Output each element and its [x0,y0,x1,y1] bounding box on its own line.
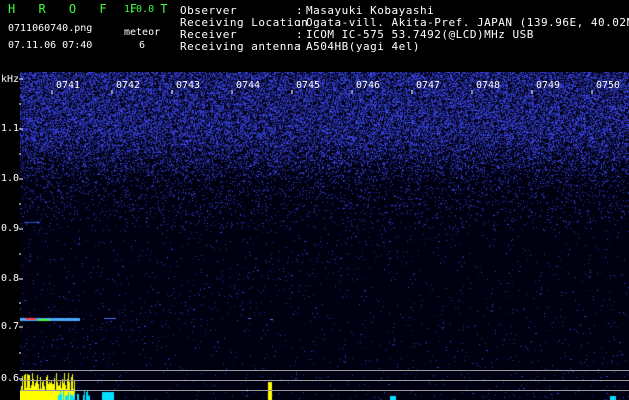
spectrogram [20,72,629,400]
y-axis-unit: kHz [1,74,20,85]
y-tick-label: 0.6 [1,373,20,384]
x-tick-label: 0750 [596,80,621,91]
info-label-antenna: Receiving antenna [180,40,302,53]
hroft-display: H R O F F T 1.0.0 0711060740.png meteor … [0,0,629,400]
x-tick-label: 0741 [56,80,81,91]
info-sep: : [296,40,304,53]
y-tick-label: 1.1 [1,123,20,134]
x-tick-label: 0742 [116,80,141,91]
x-tick-label: 0746 [356,80,381,91]
y-tick-label: 0.7 [1,321,20,332]
meteor-count: 6 [139,40,146,51]
x-tick-label: 0744 [236,80,261,91]
meteor-label: meteor [124,27,161,38]
x-tick-label: 0743 [176,80,201,91]
info-value-antenna: A504HB(yagi 4el) [306,40,420,53]
x-tick-label: 0747 [416,80,441,91]
datetime: 07.11.06 07:40 [8,40,93,51]
y-tick-label: 0.8 [1,273,20,284]
x-tick-label: 0748 [476,80,501,91]
filename: 0711060740.png [8,23,93,34]
app-version: 1.0.0 [124,4,155,15]
x-tick-label: 0745 [296,80,321,91]
y-tick-label: 0.9 [1,223,20,234]
x-tick-label: 0749 [536,80,561,91]
y-tick-label: 1.0 [1,173,20,184]
